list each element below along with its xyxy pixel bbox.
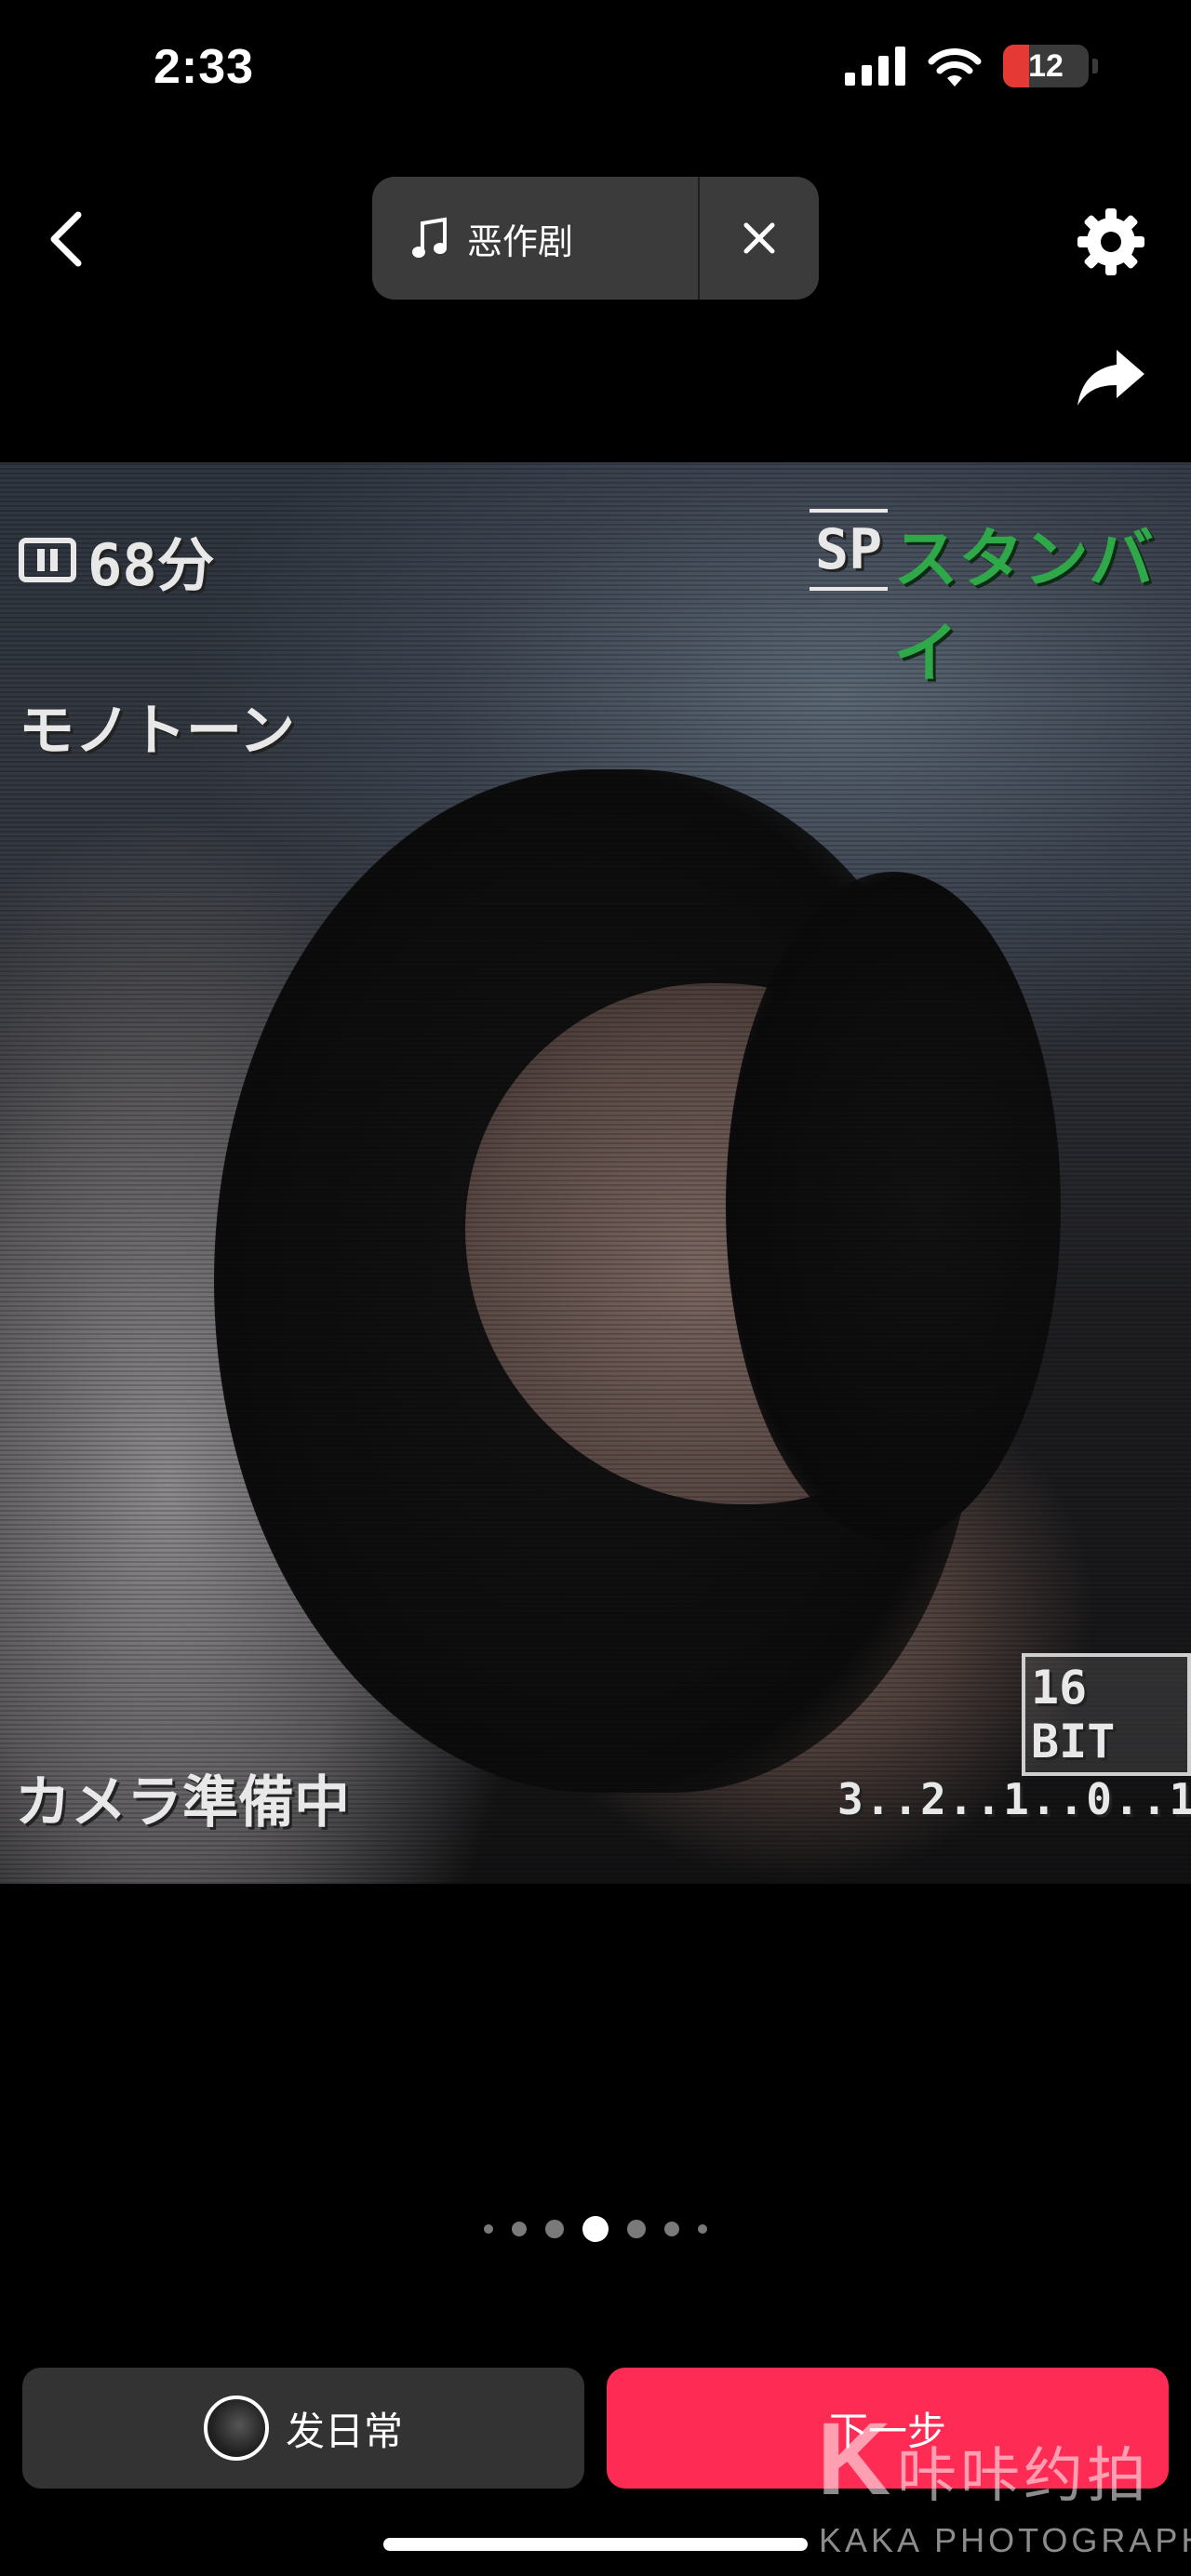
remove-music-button[interactable]: [700, 177, 819, 300]
post-daily-label: 发日常: [285, 2408, 403, 2454]
music-title: 恶作剧: [467, 220, 574, 262]
battery-indicator: 12: [1003, 45, 1089, 87]
battery-tip: [1092, 59, 1098, 73]
chevron-left-icon: [50, 211, 82, 267]
watermark-en-text: KAKA PHOTOGRAPH: [819, 2521, 1191, 2559]
osd-bit-badge: 16 BIT: [1022, 1653, 1191, 1776]
page-dot[interactable]: [698, 2224, 707, 2234]
avatar: [203, 2396, 269, 2461]
page-dot[interactable]: [664, 2222, 679, 2236]
photo-preview[interactable]: 68分 モノトーン SP スタンバイ 16 BIT カメラ準備中 3..2..1…: [0, 462, 1191, 1884]
home-indicator[interactable]: [383, 2538, 808, 2551]
close-icon: [743, 222, 775, 254]
battery-level: 12: [1028, 47, 1064, 84]
page-dot-active[interactable]: [582, 2216, 609, 2242]
music-selector: 恶作剧: [372, 177, 819, 300]
osd-standby-text: スタンバイ: [893, 521, 1154, 691]
page-dot[interactable]: [512, 2222, 527, 2236]
watermark-cn-text: 咔咔约拍: [897, 2442, 1150, 2509]
page-dot[interactable]: [627, 2220, 646, 2238]
page-indicator: [0, 2216, 1191, 2242]
osd-battery-icon: [19, 538, 76, 582]
osd-mode-text: モノトーン: [19, 699, 295, 764]
status-icons: 12: [845, 45, 1098, 87]
back-button[interactable]: [37, 207, 93, 272]
osd-sp-text: SP: [810, 509, 889, 591]
page-dot[interactable]: [545, 2220, 564, 2238]
wifi-icon: [928, 48, 982, 87]
share-icon: [1077, 350, 1144, 406]
page-dot[interactable]: [484, 2224, 493, 2234]
cellular-signal-icon: [845, 47, 905, 86]
music-note-icon: [412, 217, 447, 258]
music-select-button[interactable]: 恶作剧: [372, 177, 698, 300]
settings-icon: [1077, 208, 1144, 275]
post-daily-button[interactable]: 发日常: [22, 2368, 584, 2489]
osd-battery: 68分: [19, 518, 215, 602]
share-button[interactable]: [1072, 339, 1150, 417]
status-time: 2:33: [154, 40, 255, 94]
battery-fill: [1003, 45, 1029, 87]
osd-status-text: カメラ準備中: [15, 1770, 350, 1835]
osd-battery-text: 68分: [87, 531, 215, 599]
watermark-logo: K: [817, 2402, 891, 2516]
osd-exposure-meter: 3..2..1..0..1..2..3: [837, 1774, 1191, 1824]
settings-button[interactable]: [1072, 203, 1150, 281]
